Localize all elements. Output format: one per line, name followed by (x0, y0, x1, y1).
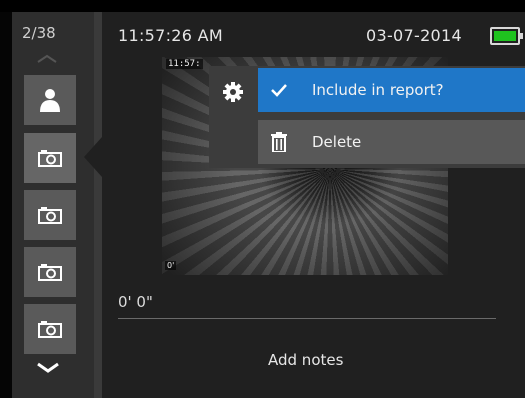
selection-pointer (84, 137, 102, 177)
battery-full-icon (490, 27, 523, 45)
clock-date: 03-07-2014 (366, 26, 462, 45)
checkmark-icon (271, 84, 287, 97)
trash-icon (271, 132, 287, 152)
menu-item-include-in-report[interactable]: Include in report? (258, 68, 525, 112)
sidebar-item-photo-selected[interactable] (24, 133, 76, 183)
clock-time: 11:57:26 AM (118, 26, 223, 45)
distance-readout: 0' 0" (118, 293, 153, 311)
menu-item-delete[interactable]: Delete (258, 120, 525, 164)
sidebar-item-photo[interactable] (24, 304, 76, 354)
photo-timestamp-overlay: 11:57: (166, 59, 203, 69)
menu-item-label: Include in report? (312, 81, 444, 99)
image-counter: 2/38 (22, 24, 56, 42)
menu-item-label: Delete (312, 133, 362, 151)
camera-icon (38, 150, 62, 167)
sidebar-item-photo[interactable] (24, 247, 76, 297)
camera-icon (38, 207, 62, 224)
battery-fill (494, 31, 516, 41)
top-black-bar (0, 0, 525, 12)
gear-icon[interactable] (222, 81, 244, 103)
left-edge (0, 12, 12, 398)
sidebar-item-photo[interactable] (24, 190, 76, 240)
chevron-down-icon[interactable] (36, 362, 60, 374)
camera-icon (38, 264, 62, 281)
notes-divider (118, 318, 496, 319)
camera-icon (38, 321, 62, 338)
add-notes-button[interactable]: Add notes (268, 351, 343, 369)
chevron-up-icon[interactable] (36, 54, 58, 64)
sidebar-item-person[interactable] (24, 75, 76, 125)
person-icon (40, 89, 60, 112)
photo-distance-overlay: 0' (165, 261, 177, 270)
sidebar-divider (94, 12, 102, 398)
